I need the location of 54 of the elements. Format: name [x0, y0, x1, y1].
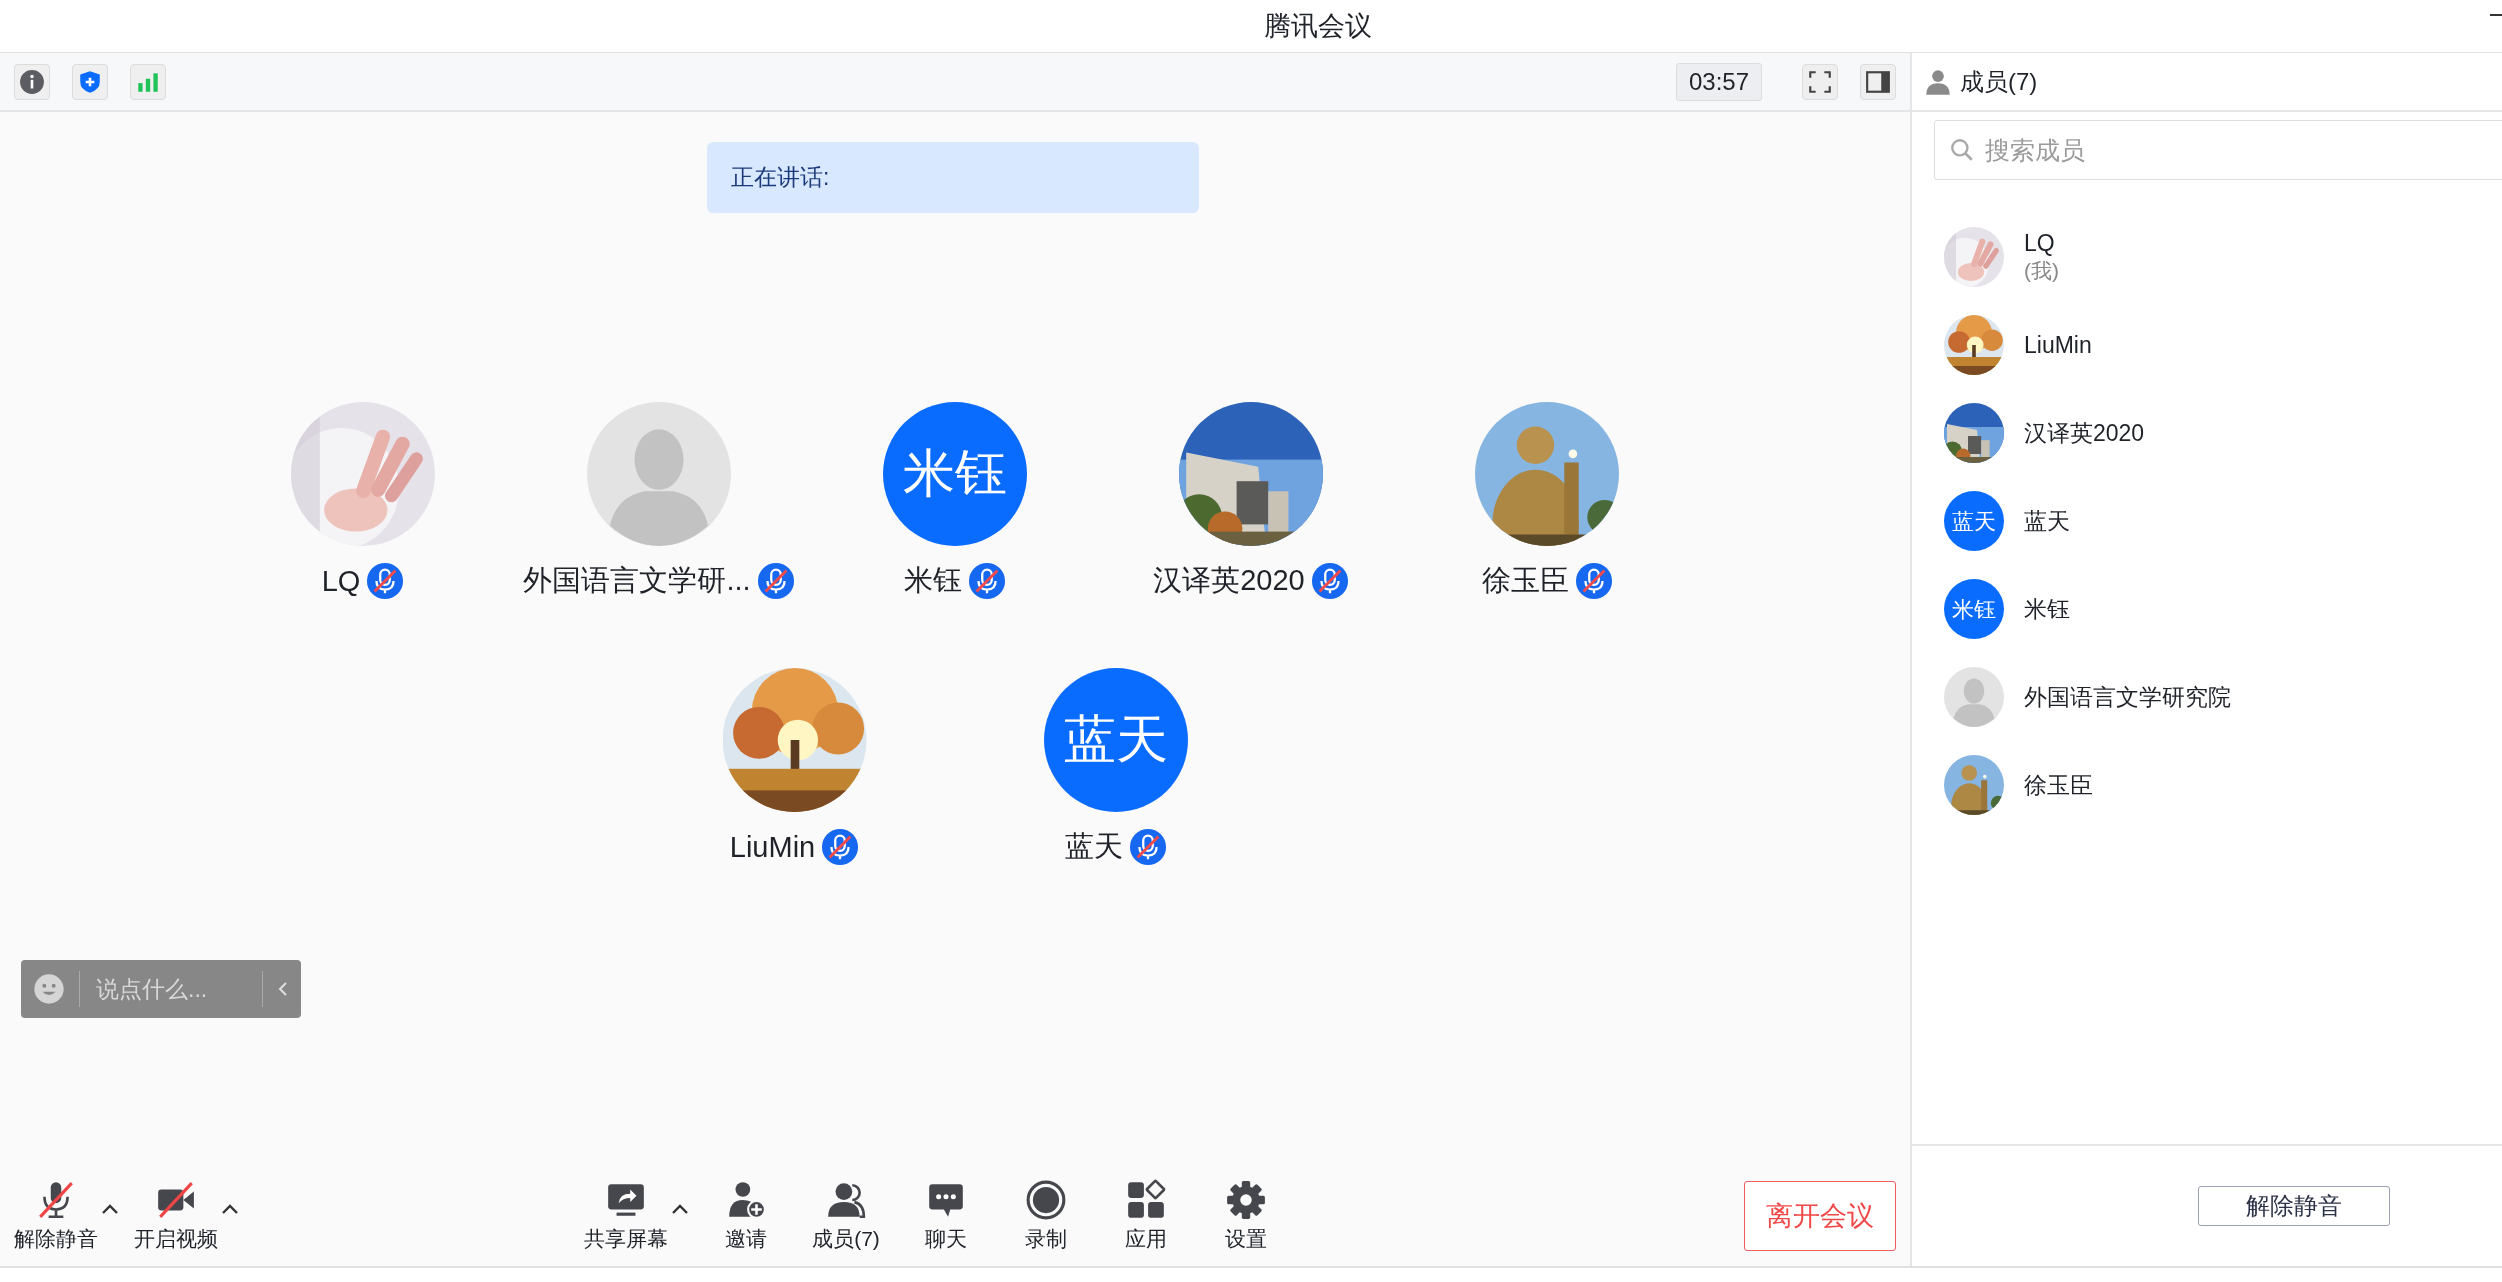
- participant-name: 蓝天: [1064, 829, 1123, 864]
- chat-input[interactable]: 说点什么...: [94, 974, 248, 1004]
- speaking-label: 正在讲话:: [731, 163, 830, 192]
- person-icon: [1924, 67, 1952, 96]
- member-name: LiuMin: [2024, 331, 2092, 359]
- video-camera-icon: [155, 1179, 197, 1221]
- member-name: 汉译英2020: [2024, 418, 2145, 448]
- unmute-button[interactable]: 解除静音: [2198, 1186, 2390, 1226]
- record-button[interactable]: 录制: [996, 1179, 1096, 1253]
- avatar: 米钰: [1944, 579, 2004, 639]
- participant-name: LiuMin: [729, 830, 816, 864]
- fullscreen-icon: [1807, 68, 1833, 95]
- security-button[interactable]: [72, 63, 108, 100]
- window-title: 腾讯会议: [1264, 10, 1372, 43]
- mic-button[interactable]: 解除静音: [6, 1179, 106, 1253]
- fullscreen-button[interactable]: [1802, 63, 1838, 100]
- chat-button[interactable]: 聊天: [896, 1179, 996, 1253]
- minimize-icon[interactable]: [2490, 14, 2502, 18]
- member-name: 米钰: [2024, 594, 2070, 624]
- chat-field[interactable]: 说点什么...: [21, 960, 301, 1018]
- leave-meeting-button[interactable]: 离开会议: [1744, 1181, 1896, 1251]
- participant-name: 外国语言文学研...: [523, 563, 751, 598]
- apps-icon: [1125, 1179, 1167, 1221]
- member-name: 外国语言文学研究院: [2024, 682, 2231, 712]
- apps-button[interactable]: 应用: [1096, 1179, 1196, 1253]
- participant-name: 徐玉臣: [1481, 563, 1569, 598]
- member-note: (我): [2024, 257, 2059, 284]
- person-avatar-icon: [1944, 667, 2004, 727]
- members-button[interactable]: 成员(7): [796, 1179, 896, 1253]
- avatar: 蓝天: [1944, 491, 2004, 551]
- info-icon: [19, 68, 45, 95]
- avatar: 米钰: [883, 402, 1027, 546]
- member-name: 徐玉臣: [2024, 770, 2093, 800]
- panel-title: 成员(7): [1960, 66, 2038, 97]
- member-name: 蓝天: [2024, 506, 2070, 536]
- participant-name: 汉译英2020: [1153, 563, 1305, 598]
- avatar: 蓝天: [1043, 668, 1188, 812]
- side-panel-icon: [1865, 68, 1891, 95]
- info-button[interactable]: [14, 63, 50, 100]
- search-field[interactable]: 搜索成员: [1934, 120, 2502, 180]
- settings-button[interactable]: 设置: [1196, 1179, 1296, 1253]
- search-icon: [1949, 137, 1975, 163]
- settings-icon: [1225, 1179, 1267, 1221]
- participant-name: LQ: [321, 564, 361, 598]
- meeting-timer: 03:57: [1675, 62, 1762, 101]
- sidebar-toggle-button[interactable]: [1860, 63, 1896, 100]
- participant-name: 米钰: [904, 563, 962, 598]
- video-button[interactable]: 开启视频: [126, 1179, 226, 1253]
- person-avatar-icon: [587, 402, 731, 546]
- record-icon: [1025, 1179, 1067, 1221]
- member-name: LQ: [2024, 229, 2056, 257]
- invite-button[interactable]: 邀请: [696, 1179, 796, 1253]
- share-button[interactable]: 共享屏幕: [576, 1179, 676, 1253]
- shield-icon: [77, 68, 103, 95]
